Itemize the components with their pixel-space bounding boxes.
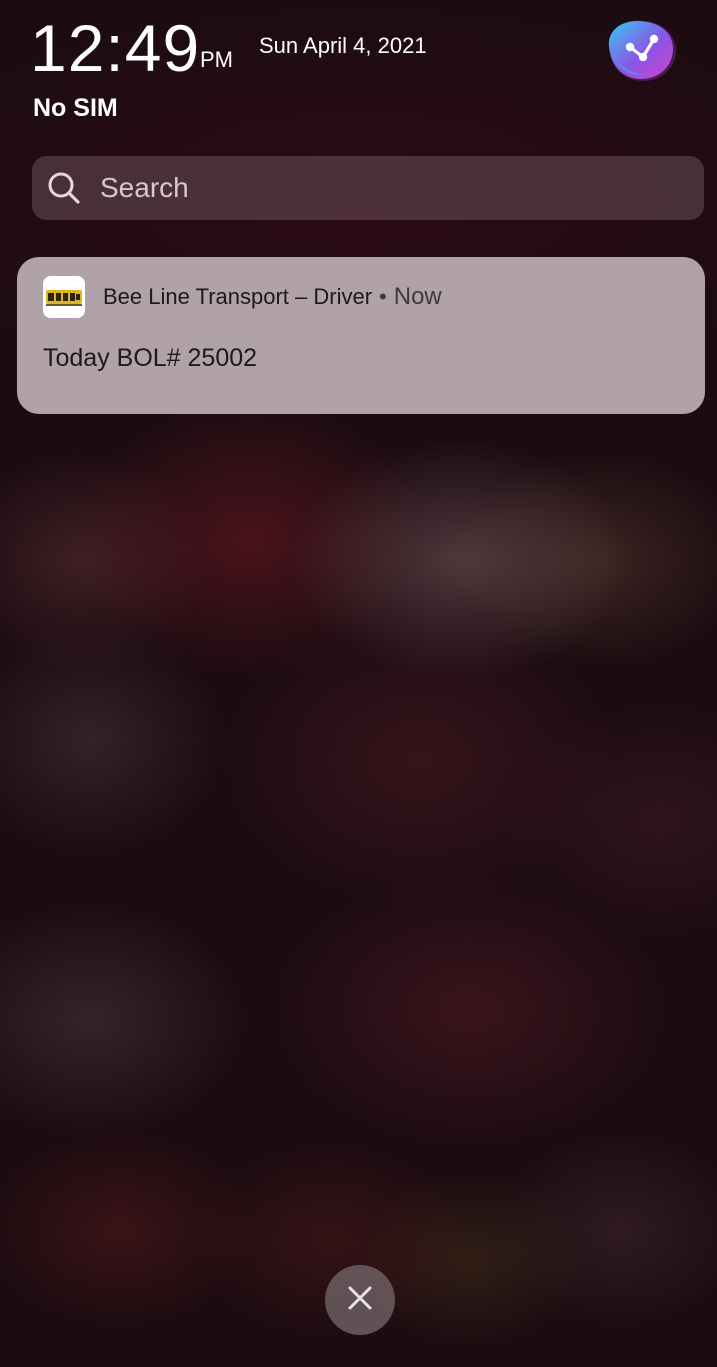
clock-ampm: PM [200, 47, 233, 72]
carrier-label: No SIM [33, 94, 118, 122]
search-bar[interactable]: Search [32, 156, 704, 220]
bee-line-app-icon [43, 276, 85, 318]
date-label: Sun April 4, 2021 [259, 33, 427, 58]
notification-separator: • [379, 284, 387, 309]
search-placeholder[interactable]: Search [100, 173, 189, 203]
notification-time: Now [393, 283, 442, 310]
clock-time: 12:49 [30, 11, 201, 85]
close-button[interactable] [325, 1265, 395, 1335]
notification-card[interactable]: Bee Line Transport – Driver • Now Today BO… [17, 257, 705, 414]
notification-app-name: Bee Line Transport – Driver [103, 284, 373, 309]
search-icon [46, 170, 82, 206]
lock-screen-header: 12:49 PM Sun April 4, 2021 No SIM [0, 0, 717, 130]
assistant-icon[interactable] [603, 17, 677, 83]
notification-body: Today BOL# 25002 [43, 344, 258, 372]
close-icon [346, 1284, 374, 1317]
notification-header: Bee Line Transport – Driver • Now [103, 283, 442, 311]
